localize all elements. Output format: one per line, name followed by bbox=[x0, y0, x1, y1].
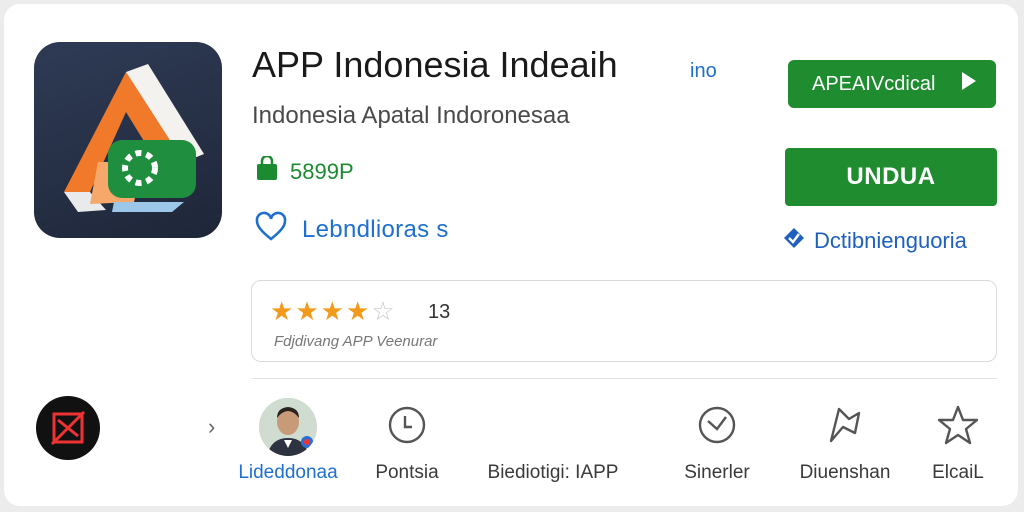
app-detail-card: APP Indonesia Indeaih ino Indonesia Apat… bbox=[4, 4, 1018, 506]
rating-caption: Fdjdivang APP Veenurar bbox=[274, 333, 438, 350]
star-icon bbox=[936, 403, 980, 452]
blocked-app-icon[interactable] bbox=[36, 396, 100, 460]
shield-icon bbox=[782, 226, 806, 255]
star-full-icon: ★ bbox=[270, 296, 294, 326]
app-size-row: 5899P bbox=[254, 154, 354, 187]
nav-label: Sinerler bbox=[684, 462, 750, 483]
nav-item-history[interactable]: Pontsia bbox=[337, 396, 477, 484]
favorite-label: Lebndlioras s bbox=[302, 215, 449, 243]
nav-label: Diuenshan bbox=[799, 462, 891, 483]
app-size: 5899P bbox=[290, 158, 354, 184]
avatar bbox=[259, 398, 317, 456]
star-full-icon: ★ bbox=[320, 296, 344, 326]
developer-name[interactable]: Indonesia Apatal Indoronesaa bbox=[252, 102, 570, 130]
chevron-right-icon[interactable]: › bbox=[208, 414, 215, 440]
star-empty-icon: ☆ bbox=[371, 296, 395, 326]
rating-count: 13 bbox=[428, 301, 451, 323]
nav-item-verified[interactable]: Sinerler bbox=[647, 396, 787, 484]
nav-item-rate[interactable]: ElcaiL bbox=[888, 396, 1024, 484]
app-logo-icon bbox=[34, 42, 222, 238]
secure-label: Dctibnienguoria bbox=[814, 227, 967, 253]
section-divider bbox=[252, 378, 997, 379]
star-half-icon: ★ bbox=[345, 296, 370, 326]
star-full-icon: ★ bbox=[295, 296, 319, 326]
shopping-bag-icon bbox=[254, 154, 280, 187]
app-title: APP Indonesia Indeaih bbox=[252, 44, 618, 85]
secure-link[interactable]: Dctibnienguoria bbox=[782, 226, 967, 255]
nav-label: Lideddonaa bbox=[238, 462, 338, 483]
nav-label: Biediotigi: IAPP bbox=[487, 462, 619, 483]
nav-item-info[interactable]: Biediotigi: IAPP bbox=[483, 396, 623, 484]
clock-icon bbox=[385, 403, 429, 452]
primary-action-label: APEAIVcdical bbox=[812, 72, 936, 95]
rating-panel[interactable]: ★ ★ ★ ★ ☆ 13 Fdjdivang APP Veenurar bbox=[251, 280, 997, 362]
favorite-link[interactable]: Lebndlioras s bbox=[254, 210, 449, 249]
heart-icon bbox=[254, 210, 288, 249]
install-button[interactable]: UNDUA bbox=[785, 148, 997, 206]
flag-icon bbox=[823, 403, 867, 452]
nav-label: Pontsia bbox=[375, 462, 439, 483]
play-icon bbox=[960, 70, 978, 98]
check-circle-icon bbox=[695, 403, 739, 452]
app-title-tag[interactable]: ino bbox=[690, 60, 717, 83]
rating-stars: ★ ★ ★ ★ ☆ bbox=[270, 297, 395, 325]
primary-action-button[interactable]: APEAIVcdical bbox=[788, 60, 996, 108]
nav-label: ElcaiL bbox=[932, 462, 984, 483]
